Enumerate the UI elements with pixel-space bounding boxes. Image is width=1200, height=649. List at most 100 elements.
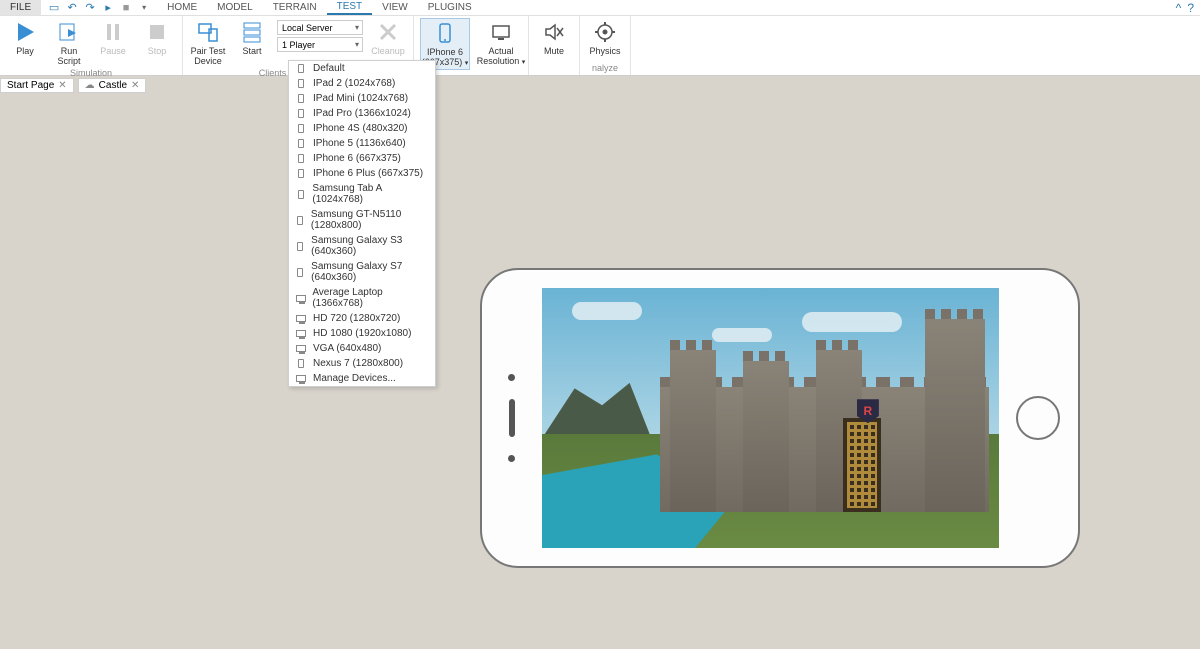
collapse-ribbon-icon[interactable]: ^ — [1176, 1, 1182, 15]
player-count-select[interactable]: 1 Player — [277, 37, 363, 52]
doc-tab-start-page[interactable]: Start Page ✕ — [0, 78, 74, 93]
phone-icon — [295, 359, 307, 369]
tab-test[interactable]: TEST — [327, 0, 373, 15]
qat-dropdown-icon[interactable]: ▾ — [137, 1, 151, 15]
dropdown-caret-icon: ▾ — [522, 59, 526, 66]
device-menu-item-label: HD 720 (1280x720) — [313, 313, 400, 324]
device-menu-item-label: IPad Pro (1366x1024) — [313, 108, 411, 119]
device-menu-item[interactable]: Average Laptop (1366x768) — [289, 285, 435, 311]
start-server-button[interactable]: Start — [233, 18, 271, 56]
ribbon: Play Run Script Pause Stop Simulation Pa… — [0, 16, 1200, 76]
device-menu-item-label: IPhone 4S (480x320) — [313, 123, 408, 134]
phone-icon — [295, 267, 305, 277]
device-emulator-frame: R — [480, 268, 1080, 568]
mute-button[interactable]: Mute — [535, 18, 573, 56]
undo-icon[interactable]: ↶ — [65, 1, 79, 15]
device-menu-item[interactable]: Nexus 7 (1280x800) — [289, 356, 435, 371]
group-physics: Physics nalyze — [580, 16, 631, 75]
cloud-icon: ☁ — [85, 80, 95, 91]
new-icon[interactable]: ▭ — [47, 1, 61, 15]
doc-tab-label: Castle — [99, 80, 127, 91]
device-menu-item[interactable]: HD 1080 (1920x1080) — [289, 326, 435, 341]
scene-castle-gate — [843, 418, 881, 512]
tab-view[interactable]: VIEW — [372, 0, 418, 15]
device-menu-item-label: Samsung Tab A (1024x768) — [312, 183, 429, 205]
scene-castle-tower — [743, 361, 789, 512]
document-tabs: Start Page ✕ ☁ Castle ✕ — [0, 76, 150, 94]
device-menu-item-label: IPhone 5 (1136x640) — [313, 138, 406, 149]
doc-tab-label: Start Page — [7, 80, 54, 91]
pair-device-icon — [197, 21, 219, 43]
device-menu-item-label: IPad 2 (1024x768) — [313, 78, 395, 89]
device-menu-item-label: Samsung Galaxy S3 (640x360) — [311, 235, 429, 257]
play-icon — [14, 21, 36, 43]
phone-icon — [295, 79, 307, 89]
device-menu-item[interactable]: HD 720 (1280x720) — [289, 311, 435, 326]
close-tab-icon[interactable]: ✕ — [58, 80, 66, 91]
phone-icon — [295, 124, 307, 134]
stop-button[interactable]: Stop — [138, 18, 176, 56]
device-menu-item[interactable]: IPhone 6 (667x375) — [289, 151, 435, 166]
play-qat-icon[interactable]: ▸ — [101, 1, 115, 15]
tab-model[interactable]: MODEL — [207, 0, 263, 15]
monitor-icon — [295, 344, 307, 354]
device-menu-item-label: VGA (640x480) — [313, 343, 381, 354]
device-menu-item[interactable]: IPad 2 (1024x768) — [289, 76, 435, 91]
cleanup-button[interactable]: Cleanup — [369, 18, 407, 56]
device-menu-item-label: Samsung GT-N5110 (1280x800) — [311, 209, 429, 231]
menu-bar: FILE ▭ ↶ ↷ ▸ ■ ▾ HOME MODEL TERRAIN TEST… — [0, 0, 1200, 16]
close-tab-icon[interactable]: ✕ — [131, 80, 139, 91]
device-menu-item-label: Samsung Galaxy S7 (640x360) — [311, 261, 429, 283]
device-menu-item[interactable]: IPhone 6 Plus (667x375) — [289, 166, 435, 181]
device-menu-item[interactable]: Samsung Galaxy S3 (640x360) — [289, 233, 435, 259]
tab-terrain[interactable]: TERRAIN — [263, 0, 327, 15]
device-menu-item[interactable]: IPad Mini (1024x768) — [289, 91, 435, 106]
server-select[interactable]: Local Server — [277, 20, 363, 35]
device-speaker — [509, 399, 515, 437]
quick-access-toolbar: ▭ ↶ ↷ ▸ ■ ▾ — [41, 1, 157, 15]
device-camera-dot — [508, 374, 515, 381]
device-menu-item[interactable]: Samsung Galaxy S7 (640x360) — [289, 259, 435, 285]
device-menu-item[interactable]: IPad Pro (1366x1024) — [289, 106, 435, 121]
device-menu-item[interactable]: Default — [289, 61, 435, 76]
phone-icon — [295, 189, 306, 199]
tab-plugins[interactable]: PLUGINS — [418, 0, 482, 15]
phone-icon — [295, 64, 307, 74]
device-menu-item[interactable]: Manage Devices... — [289, 371, 435, 386]
resolution-icon — [490, 21, 512, 43]
file-menu[interactable]: FILE — [0, 0, 41, 15]
pause-button[interactable]: Pause — [94, 18, 132, 56]
pause-icon — [102, 21, 124, 43]
ribbon-tabs: HOME MODEL TERRAIN TEST VIEW PLUGINS — [157, 0, 482, 15]
device-menu-item-label: Average Laptop (1366x768) — [312, 287, 429, 309]
device-menu-item[interactable]: VGA (640x480) — [289, 341, 435, 356]
scene-castle-tower — [925, 319, 985, 511]
phone-icon — [295, 109, 307, 119]
physics-button[interactable]: Physics — [586, 18, 624, 56]
device-menu-item[interactable]: Samsung Tab A (1024x768) — [289, 181, 435, 207]
monitor-icon — [295, 374, 307, 384]
help-icon[interactable]: ? — [1187, 1, 1194, 15]
actual-resolution-button[interactable]: Actual Resolution ▾ — [476, 18, 526, 68]
play-button[interactable]: Play — [6, 18, 44, 56]
scene-cloud — [712, 328, 772, 342]
stop-qat-icon[interactable]: ■ — [119, 1, 133, 15]
device-home-button[interactable] — [1016, 396, 1060, 440]
device-menu-item[interactable]: Samsung GT-N5110 (1280x800) — [289, 207, 435, 233]
monitor-icon — [295, 293, 306, 303]
scene-cloud — [802, 312, 902, 332]
device-menu-item[interactable]: IPhone 5 (1136x640) — [289, 136, 435, 151]
run-script-button[interactable]: Run Script — [50, 18, 88, 66]
device-menu-item[interactable]: IPhone 4S (480x320) — [289, 121, 435, 136]
doc-tab-castle[interactable]: ☁ Castle ✕ — [78, 78, 147, 93]
tab-home[interactable]: HOME — [157, 0, 207, 15]
scene-castle-tower — [670, 350, 716, 511]
device-menu-item-label: Default — [313, 63, 345, 74]
pair-test-device-button[interactable]: Pair Test Device — [189, 18, 227, 66]
scene-cloud — [572, 302, 642, 320]
viewport[interactable]: R — [0, 94, 1200, 649]
device-menu-item-label: Nexus 7 (1280x800) — [313, 358, 403, 369]
device-screen[interactable]: R — [542, 288, 999, 548]
group-audio: Mute — [529, 16, 580, 75]
redo-icon[interactable]: ↷ — [83, 1, 97, 15]
